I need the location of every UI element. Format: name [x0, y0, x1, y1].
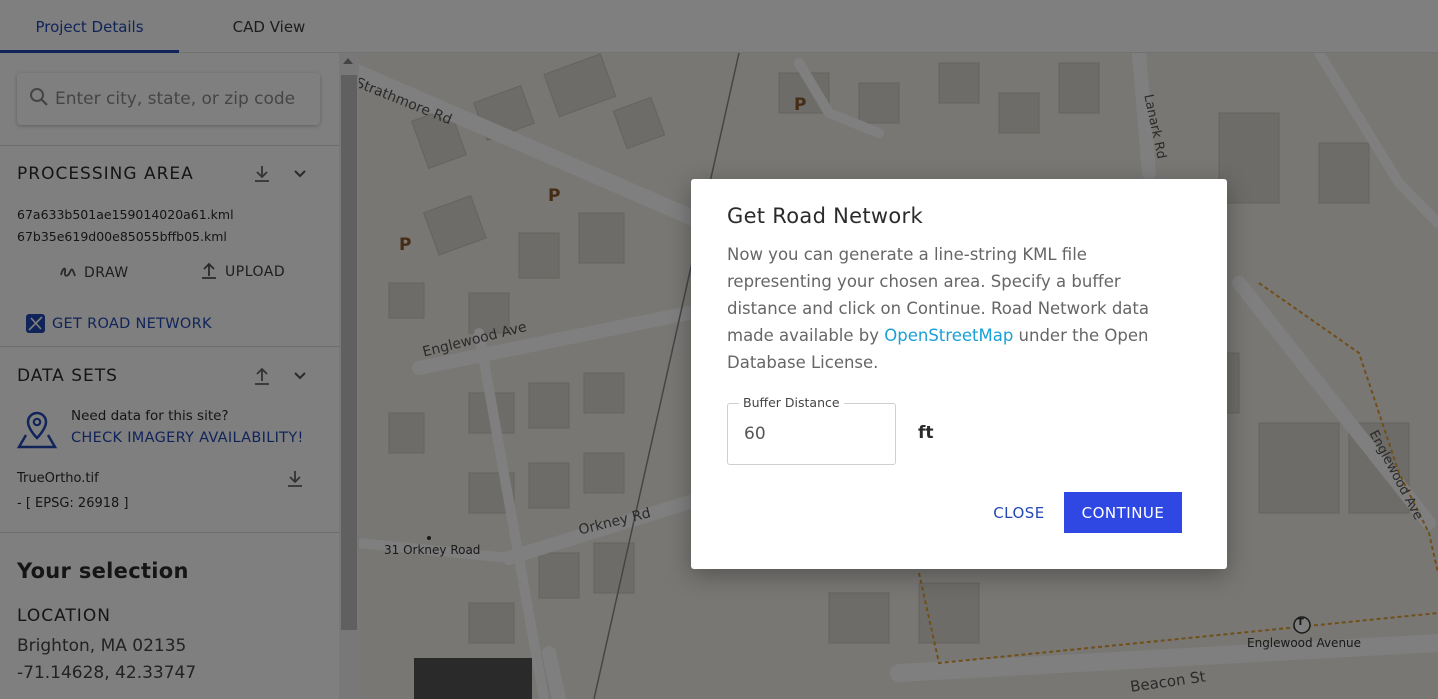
- continue-button[interactable]: CONTINUE: [1064, 492, 1182, 533]
- dialog-title: Get Road Network: [727, 204, 923, 228]
- buffer-distance-input[interactable]: [744, 424, 884, 444]
- get-road-network-dialog: Get Road Network Now you can generate a …: [691, 179, 1227, 569]
- dialog-description: Now you can generate a line-string KML f…: [727, 241, 1177, 376]
- close-button[interactable]: CLOSE: [984, 492, 1054, 533]
- unit-label: ft: [918, 423, 934, 443]
- buffer-distance-field[interactable]: Buffer Distance: [727, 395, 896, 465]
- buffer-distance-label: Buffer Distance: [739, 395, 844, 410]
- openstreetmap-link[interactable]: OpenStreetMap: [884, 326, 1013, 345]
